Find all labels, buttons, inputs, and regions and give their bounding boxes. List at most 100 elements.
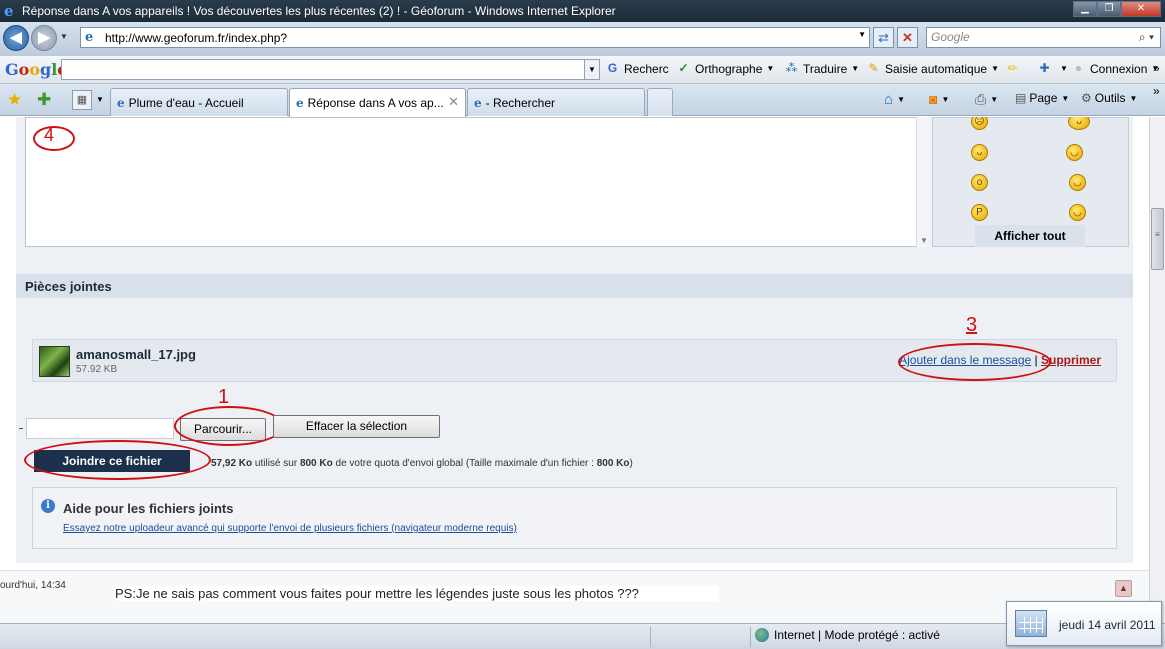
input-marker [19,428,23,429]
address-url: http://www.geoforum.fr/index.php? [105,30,288,45]
browse-button[interactable]: Parcourir... [180,418,266,441]
address-field[interactable]: e http://www.geoforum.fr/index.php? ▼ [80,27,870,48]
post-timestamp: ourd'hui, 14:34 [0,580,66,591]
smiley-wink-icon[interactable]: ◡ [1069,204,1086,221]
close-tab-icon[interactable]: ✕ [448,94,459,110]
search-placeholder: Google [931,30,970,44]
editor-scrollbar[interactable]: ▼ [916,117,930,247]
tab-ie-icon: e [117,95,125,110]
attach-file-button[interactable]: Joindre ce fichier [34,450,190,472]
smiley-laugh-icon[interactable]: ᴗ [971,144,988,161]
window-title: Réponse dans A vos appareils ! Vos décou… [22,4,616,18]
window-controls: ▁ ❐ ✕ [1073,1,1161,17]
highlighter-button[interactable]: ✏ [1005,61,1024,76]
attachment-help-box: i Aide pour les fichiers joints Essayez … [32,487,1117,549]
signin-icon: ● [1074,61,1083,75]
date-tooltip: jeudi 14 avril 2011 [1006,601,1162,646]
google-logo: Google [5,60,67,79]
clear-selection-button[interactable]: Effacer la sélection [273,415,440,438]
close-window-button[interactable]: ✕ [1121,1,1161,17]
actions-separator: | [1034,353,1038,367]
page-menu[interactable]: ▤ Page ▼ [1015,91,1069,105]
tab-plume-deau[interactable]: e Plume d'eau - Accueil [110,88,288,116]
quick-tabs-icon[interactable]: ▦ [72,90,92,110]
google-g-icon: G [607,61,618,75]
toolbar-overflow-icon[interactable]: » [1153,61,1160,75]
add-to-message-link[interactable]: Ajouter dans le message [899,353,1031,367]
search-input[interactable]: Google ⌕ ▾ [926,27,1161,48]
stop-button[interactable]: ✕ [897,27,918,48]
status-divider [650,627,651,647]
smiley-thumbs-icon[interactable]: ◡ [1066,144,1083,161]
show-all-smileys-link[interactable]: Afficher tout [975,225,1085,247]
quota-text-2: de votre quota d'envoi global (Taille ma… [332,458,597,469]
security-zone-label: Internet | Mode protégé : activé [774,628,940,642]
forward-button[interactable]: ▶ [31,25,57,51]
help-title: Aide pour les fichiers joints [63,501,234,516]
history-dropdown-icon[interactable]: ▼ [60,32,68,41]
page-icon: e [85,29,94,45]
commandbar-overflow-icon[interactable]: » [1153,84,1160,98]
spellcheck-button[interactable]: ✓ Orthographe ▼ [676,61,774,76]
page-scrollbar[interactable]: ≡ [1149,117,1165,623]
quota-total: 800 Ko [299,458,333,469]
google-toolbar: Google ▼ G Recherc ✓ Orthographe▼ ⁂ Trad… [0,56,1165,84]
info-icon: i [41,499,55,513]
date-text: jeudi 14 avril 2011 [1059,618,1156,632]
tab-rechercher[interactable]: e - Rechercher [467,88,645,116]
ie-logo-icon: e [4,2,14,20]
refresh-button[interactable]: ⇄ [873,27,894,48]
back-button[interactable]: ◀ [3,25,29,51]
annotation-number-3: 3 [966,314,978,336]
window-titlebar: e Réponse dans A vos appareils ! Vos déc… [0,0,1165,22]
delete-attachment-link[interactable]: Supprimer [1041,353,1101,367]
tab-label: Réponse dans A vos ap... [307,96,444,110]
attachment-actions: Ajouter dans le message | Supprimer [899,353,1101,367]
smiley-tongue-icon[interactable]: P [971,204,988,221]
feeds-button[interactable]: ◙ ▼ [929,91,949,107]
back-to-top-icon[interactable]: ▲ [1115,580,1132,597]
quota-info: 57,92 Ko utilisé sur 800 Ko de votre quo… [211,458,633,469]
google-search-button[interactable]: G Recherc [605,61,669,76]
print-icon: ⎙ [975,91,987,107]
add-favorite-icon[interactable]: ✚ [37,90,51,110]
tools-menu[interactable]: ⚙ Outils ▼ [1081,91,1137,105]
security-zone[interactable]: Internet | Mode protégé : activé [755,628,940,642]
page-scrollbar-thumb[interactable]: ≡ [1151,208,1164,270]
translate-button[interactable]: ⁂ Traduire ▼ [784,61,860,76]
favorites-star-icon[interactable]: ★ [7,90,22,110]
print-button[interactable]: ⎙ ▼ [975,91,998,108]
file-path-input[interactable] [26,418,174,439]
google-search-dropdown-icon[interactable]: ▼ [584,59,600,80]
tab-ie-icon: e [474,95,482,110]
attachment-thumbnail[interactable] [39,346,70,377]
previous-post: ourd'hui, 14:34 PS:Je ne sais pas commen… [0,570,1149,623]
search-icon[interactable]: ⌕ ▾ [1139,28,1154,47]
google-search-input[interactable] [61,59,585,80]
status-bar: Internet | Mode protégé : activé [0,623,1165,649]
tab-list-dropdown-icon[interactable]: ▼ [96,95,104,104]
attachment-filename: amanosmall_17.jpg [76,347,196,362]
highlighter-icon: ✏ [1007,61,1018,75]
tab-reponse[interactable]: e Réponse dans A vos ap... ✕ [289,88,466,117]
smiley-cool-icon[interactable]: ◡ [1069,174,1086,191]
translate-label: Traduire [803,61,848,76]
maximize-button[interactable]: ❐ [1097,1,1121,17]
autofill-button[interactable]: ✎ Saisie automatique ▼ [866,61,999,76]
page-menu-icon: ▤ [1015,91,1027,105]
quota-text-1: utilisé sur [252,458,300,469]
smiley-surprised-icon[interactable]: o [971,174,988,191]
address-dropdown-icon[interactable]: ▼ [858,30,866,39]
rss-icon: ◙ [929,91,938,107]
advanced-uploader-link[interactable]: Essayez notre uploadeur avancé qui suppo… [63,523,517,534]
attachment-file-row: amanosmall_17.jpg 57.92 KB Ajouter dans … [32,339,1117,382]
home-button[interactable]: ⌂ ▼ [884,91,905,108]
quota-text-3: ) [629,458,633,469]
message-editor[interactable] [25,117,930,247]
autofill-icon: ✎ [868,61,879,75]
signin-button[interactable]: ● Connexion ▼ [1071,61,1159,76]
minimize-button[interactable]: ▁ [1073,1,1097,17]
new-tab-button[interactable] [647,88,673,116]
settings-wrench-button[interactable]: ✚ ▼ [1037,61,1067,76]
quota-used: 57,92 Ko [211,458,253,469]
